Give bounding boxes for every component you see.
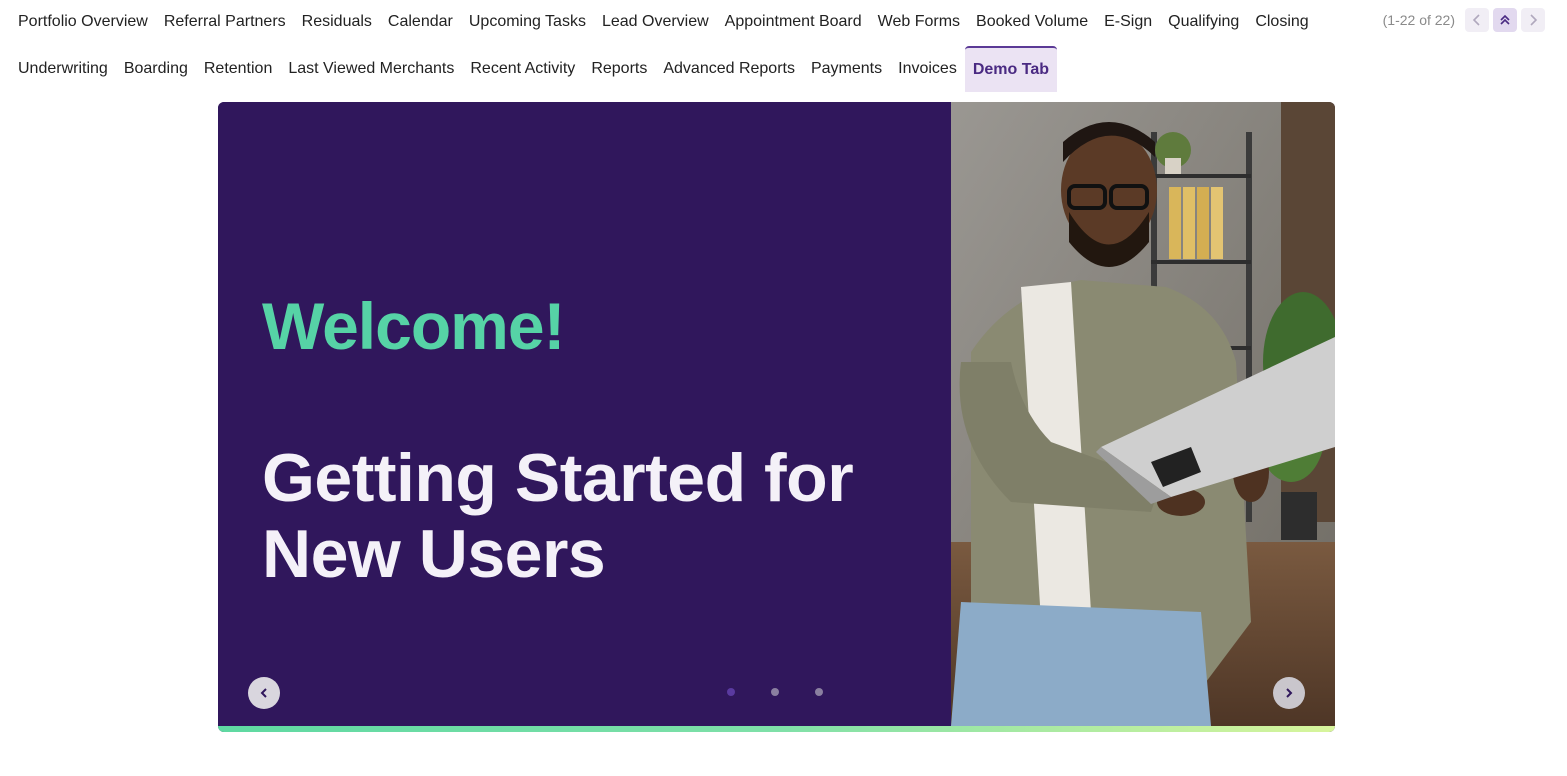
tab-web-forms[interactable]: Web Forms [870,0,968,44]
tab-invoices[interactable]: Invoices [890,46,965,92]
tab-lead-overview[interactable]: Lead Overview [594,0,717,44]
chevron-right-icon [1530,14,1538,26]
chevron-left-icon [1472,14,1480,26]
tab-last-viewed-merchants[interactable]: Last Viewed Merchants [280,46,462,92]
tab-row-2: Underwriting Boarding Retention Last Vie… [0,46,1567,92]
welcome-carousel: Welcome! Getting Started for New Users [218,102,1335,732]
tab-retention[interactable]: Retention [196,46,281,92]
double-chevron-up-icon [1500,14,1510,25]
tab-boarding[interactable]: Boarding [116,46,196,92]
tab-booked-volume[interactable]: Booked Volume [968,0,1096,44]
pager-range: (1-22 of 22) [1382,12,1455,28]
chevron-right-icon [1286,688,1293,698]
tab-upcoming-tasks[interactable]: Upcoming Tasks [461,0,594,44]
carousel-dot-3[interactable] [815,688,823,696]
carousel-dots [727,688,823,696]
tab-qualifying[interactable]: Qualifying [1160,0,1247,44]
welcome-heading: Welcome! [262,289,566,363]
tab-row-1: Portfolio Overview Referral Partners Res… [0,0,1567,44]
tab-appointment-board[interactable]: Appointment Board [717,0,870,44]
carousel-dot-1[interactable] [727,688,735,696]
headline-line-1: Getting Started for [262,440,854,516]
pager-collapse-button[interactable] [1493,8,1517,32]
tab-referral-partners[interactable]: Referral Partners [156,0,294,44]
tab-underwriting[interactable]: Underwriting [10,46,116,92]
pager-next-button[interactable] [1521,8,1545,32]
pager-prev-button[interactable] [1465,8,1489,32]
tab-reports[interactable]: Reports [583,46,655,92]
tab-e-sign[interactable]: E-Sign [1096,0,1160,44]
tab-demo-tab[interactable]: Demo Tab [964,46,1057,92]
carousel-progress-bar [218,726,1335,732]
tab-residuals[interactable]: Residuals [294,0,380,44]
headline-line-2: New Users [262,516,606,592]
tab-closing[interactable]: Closing [1247,0,1316,44]
tab-calendar[interactable]: Calendar [380,0,461,44]
tab-advanced-reports[interactable]: Advanced Reports [655,46,803,92]
tab-pager: (1-22 of 22) [1383,8,1545,32]
tab-portfolio-overview[interactable]: Portfolio Overview [10,0,156,44]
carousel-dot-2[interactable] [771,688,779,696]
carousel-next-button[interactable] [1273,677,1305,709]
slide-text-panel: Welcome! Getting Started for New Users [218,102,951,726]
slide-photo [951,102,1335,726]
tab-payments[interactable]: Payments [803,46,890,92]
chevron-left-icon [260,688,267,698]
man-with-laptop-illustration [951,102,1335,726]
carousel-prev-button[interactable] [248,677,280,709]
slide-headline: Getting Started for New Users [262,440,942,592]
tab-recent-activity[interactable]: Recent Activity [462,46,583,92]
